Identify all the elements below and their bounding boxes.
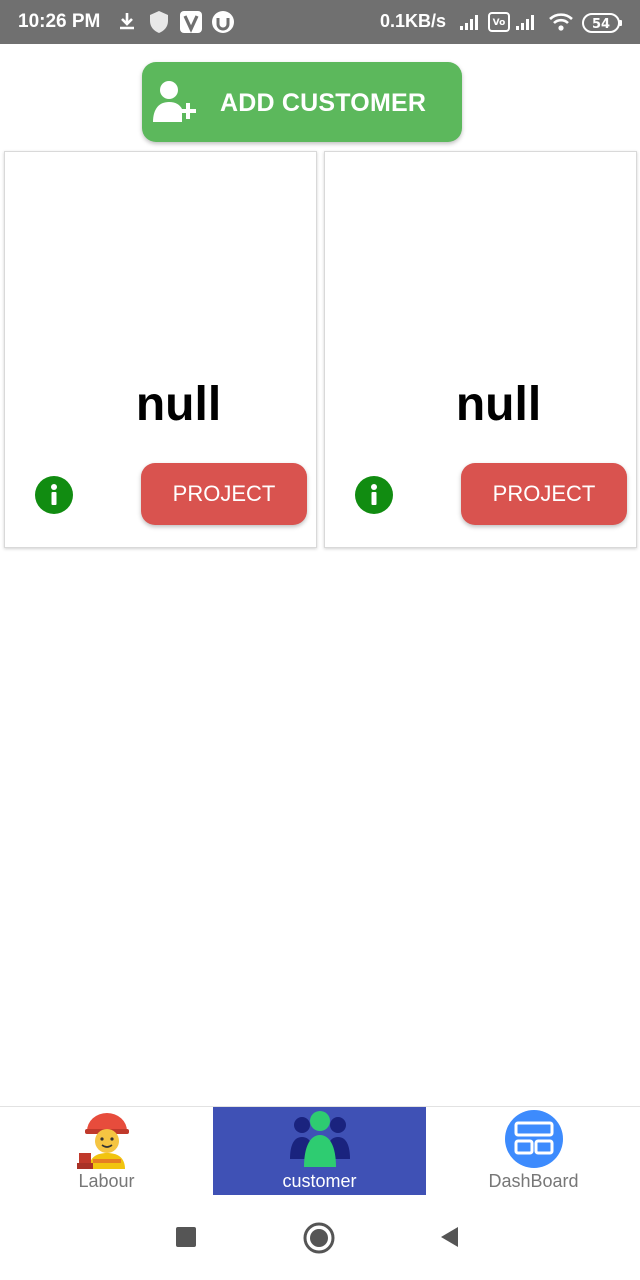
nav-label-customer: customer: [282, 1171, 357, 1191]
info-icon[interactable]: [35, 476, 73, 514]
torrent-icon: [212, 11, 234, 33]
system-navigation-bar: [0, 1196, 640, 1280]
info-icon[interactable]: [355, 476, 393, 514]
battery-icon: 54: [582, 13, 622, 33]
dashboard-icon: [504, 1110, 563, 1168]
nav-label-dashboard: DashBoard: [488, 1171, 579, 1191]
nav-item-labour[interactable]: Labour: [0, 1107, 213, 1195]
back-icon[interactable]: [438, 1225, 462, 1249]
customer-name: null: [135, 378, 222, 431]
svg-text:Vo: Vo: [493, 18, 506, 28]
home-icon[interactable]: [303, 1222, 335, 1254]
volte-icon: Vo: [488, 12, 510, 32]
v-app-icon: [180, 11, 202, 33]
download-icon: [120, 13, 134, 30]
bottom-navigation: Labour customer DashBoard: [0, 1106, 640, 1196]
add-person-icon: [153, 81, 196, 122]
nav-item-dashboard[interactable]: DashBoard: [427, 1107, 640, 1195]
svg-text:54: 54: [592, 17, 610, 32]
customer-card: null PROJECT: [4, 151, 317, 548]
status-time: 10:26 PM: [18, 11, 101, 32]
project-button[interactable]: PROJECT: [141, 463, 307, 525]
construction-worker-icon: [76, 1113, 129, 1169]
recents-icon[interactable]: [175, 1226, 197, 1248]
project-button[interactable]: PROJECT: [461, 463, 627, 525]
wifi-icon: [549, 13, 573, 31]
signal-icon-2: [516, 15, 534, 30]
shield-icon: [150, 11, 168, 33]
status-bar: 10:26 PM 0.1KB/s Vo 54: [0, 0, 640, 44]
network-speed: 0.1KB/s: [380, 11, 447, 31]
customer-name: null: [455, 378, 542, 431]
signal-icon: [460, 15, 478, 30]
nav-item-customer[interactable]: customer: [213, 1107, 426, 1195]
customer-card: null PROJECT: [324, 151, 637, 548]
add-customer-button[interactable]: ADD CUSTOMER: [142, 62, 462, 142]
nav-label-labour: Labour: [78, 1171, 135, 1191]
customers-group-icon: [289, 1111, 350, 1167]
add-customer-label: ADD CUSTOMER: [220, 89, 427, 117]
